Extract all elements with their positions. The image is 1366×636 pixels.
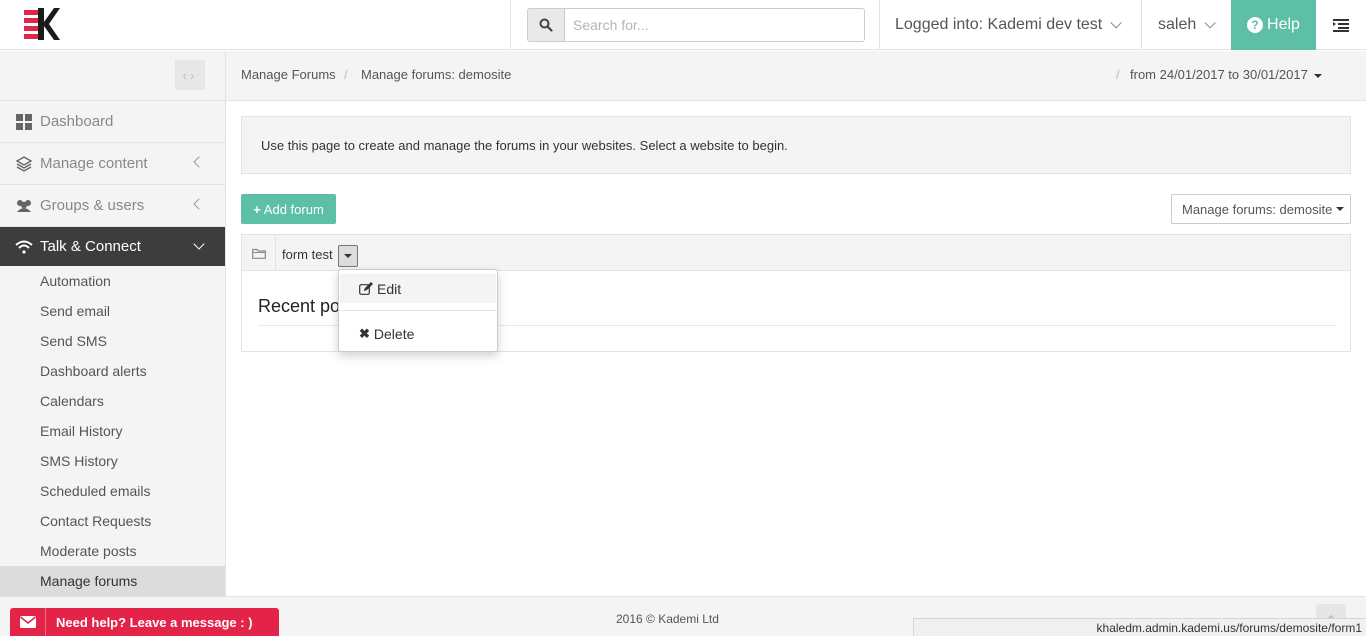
chevron-down-icon — [1110, 17, 1123, 29]
forum-header: form test — [242, 235, 1350, 271]
forum-name[interactable]: form test — [282, 247, 333, 262]
info-box: Use this page to create and manage the f… — [241, 116, 1351, 174]
chevron-down-icon — [1204, 17, 1217, 29]
add-forum-button[interactable]: + Add forum — [241, 194, 336, 224]
sidebar-subitem-email-history[interactable]: Email History — [0, 416, 225, 446]
chevron-left-icon — [193, 198, 205, 210]
sidebar: ‹› Dashboard Manage content Groups & use… — [0, 51, 226, 596]
dashboard-grid-icon — [15, 113, 33, 131]
user-menu[interactable]: saleh — [1142, 0, 1231, 50]
breadcrumb-item-current: Manage forums: demosite — [361, 67, 512, 82]
account-selector[interactable]: Logged into: Kademi dev test — [880, 0, 1142, 50]
delete-label: Delete — [373, 325, 415, 342]
sidebar-subitem-sms-history[interactable]: SMS History — [0, 446, 225, 476]
chevron-down-icon — [193, 238, 205, 250]
sidebar-subitem-contact-requests[interactable]: Contact Requests — [0, 506, 225, 536]
website-select-label: Manage forums: demosite — [1182, 201, 1333, 217]
chevron-left-icon — [193, 156, 205, 168]
caret-down-icon — [1336, 207, 1345, 211]
top-bar: Logged into: Kademi dev test saleh ? Hel… — [0, 0, 1366, 50]
sidebar-collapse-button[interactable]: ‹› — [175, 60, 205, 90]
edit-menu-item[interactable]: Edit — [340, 274, 496, 303]
date-range-label: from 24/01/2017 to 30/01/2017 — [1130, 67, 1308, 82]
sidebar-subitem-dashboard-alerts[interactable]: Dashboard alerts — [0, 356, 225, 386]
sidebar-item-label: Talk & Connect — [40, 238, 141, 255]
user-name: saleh — [1158, 16, 1197, 33]
sidebar-subitem-moderate-posts[interactable]: Moderate posts — [0, 536, 225, 566]
breadcrumb-separator: / — [344, 67, 348, 82]
sidebar-item-label: Groups & users — [40, 197, 145, 214]
browser-status-bar: khaledm.admin.kademi.us/forums/demosite/… — [913, 618, 1366, 636]
search-button[interactable] — [527, 8, 565, 42]
sidebar-subitem-scheduled-emails[interactable]: Scheduled emails — [0, 476, 225, 506]
search-input[interactable] — [565, 8, 865, 42]
sidebar-subitem-manage-forums[interactable]: Manage forums — [0, 566, 225, 596]
search-area — [510, 0, 880, 50]
info-text: Use this page to create and manage the f… — [261, 137, 788, 153]
status-url: khaledm.admin.kademi.us/forums/demosite/… — [1096, 620, 1362, 635]
sidebar-item-dashboard[interactable]: Dashboard — [0, 100, 225, 142]
sidebar-subitem-automation[interactable]: Automation — [0, 266, 225, 296]
users-icon — [15, 197, 33, 215]
sidebar-item-groups-users[interactable]: Groups & users — [0, 184, 225, 226]
add-forum-label: Add forum — [263, 201, 324, 217]
plus-icon: + — [253, 201, 261, 217]
breadcrumb-separator: / — [1116, 67, 1120, 82]
copyright-text: 2016 © Kademi Ltd — [616, 612, 719, 626]
forum-options-toggle[interactable] — [338, 245, 358, 267]
sidebar-subitem-send-email[interactable]: Send email — [0, 296, 225, 326]
sidebar-item-label: Manage content — [40, 155, 148, 172]
forum-options-menu: Edit ✖ Delete — [338, 269, 498, 352]
layers-icon — [15, 155, 33, 173]
menu-toggle-button[interactable] — [1316, 0, 1366, 50]
sidebar-item-talk-connect[interactable]: Talk & Connect — [0, 226, 225, 266]
kademi-logo[interactable] — [24, 8, 60, 40]
sidebar-nav: Dashboard Manage content Groups & users … — [0, 100, 225, 596]
wifi-icon — [15, 238, 33, 256]
breadcrumb-item-manage-forums[interactable]: Manage Forums — [241, 67, 336, 82]
sidebar-item-label: Dashboard — [40, 113, 114, 130]
menu-list-icon — [1333, 19, 1349, 32]
logged-into-label: Logged into: Kademi dev test — [895, 16, 1103, 33]
help-chat-widget[interactable]: Need help? Leave a message : ) — [10, 608, 279, 636]
caret-down-icon — [344, 254, 352, 258]
breadcrumb: Manage Forums / Manage forums: demosite … — [226, 51, 1366, 101]
question-circle-icon: ? — [1247, 17, 1264, 33]
sidebar-item-manage-content[interactable]: Manage content — [0, 142, 225, 184]
search-icon — [539, 18, 553, 32]
edit-icon — [359, 282, 373, 295]
caret-down-icon — [1313, 73, 1322, 78]
divider — [340, 310, 496, 311]
folder-icon — [242, 235, 276, 271]
chevrons-left-right-icon: ‹› — [182, 67, 198, 83]
sidebar-subitem-calendars[interactable]: Calendars — [0, 386, 225, 416]
website-select-dropdown[interactable]: Manage forums: demosite — [1171, 194, 1351, 224]
edit-label: Edit — [377, 280, 402, 297]
delete-menu-item[interactable]: ✖ Delete — [340, 319, 496, 348]
help-button[interactable]: ? Help — [1231, 0, 1316, 50]
envelope-icon — [10, 608, 46, 636]
help-label: Help — [1267, 16, 1300, 33]
times-icon: ✖ — [359, 325, 370, 341]
date-range-picker[interactable]: from 24/01/2017 to 30/01/2017 — [1130, 67, 1322, 82]
help-widget-label: Need help? Leave a message : ) — [56, 614, 253, 630]
sidebar-subitem-send-sms[interactable]: Send SMS — [0, 326, 225, 356]
